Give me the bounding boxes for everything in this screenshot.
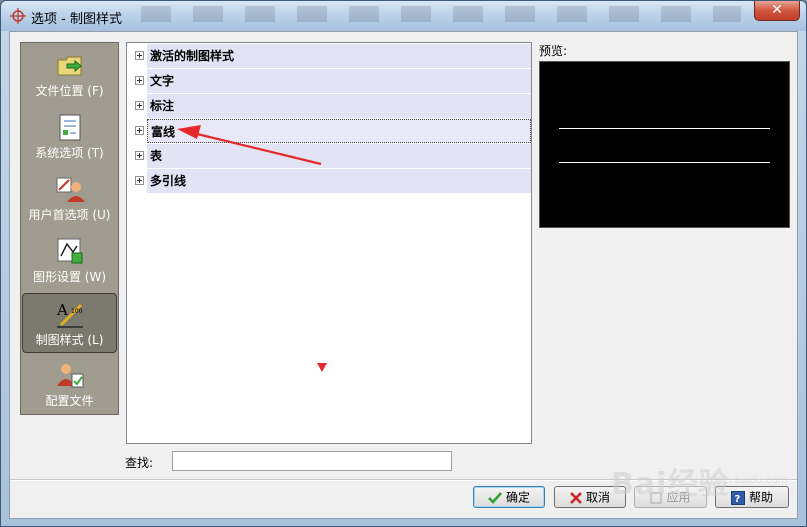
help-icon: ? bbox=[730, 490, 745, 505]
expand-icon[interactable] bbox=[135, 126, 144, 135]
ok-label: 确定 bbox=[505, 490, 530, 505]
svg-text:A: A bbox=[56, 301, 68, 319]
svg-text:?: ? bbox=[734, 494, 740, 505]
tree-item-label: 多引线 bbox=[147, 169, 531, 193]
checkmark-icon bbox=[488, 491, 502, 504]
title-bar[interactable]: 选项 - 制图样式 ✕ bbox=[1, 1, 806, 31]
ok-button[interactable]: 确定 bbox=[473, 486, 545, 508]
nav-label: 用户首选项 (U) bbox=[28, 208, 111, 222]
nav-label: 文件位置 (F) bbox=[35, 84, 104, 98]
close-button[interactable]: ✕ bbox=[754, 1, 800, 21]
profile-icon bbox=[56, 364, 83, 388]
nav-label: 图形设置 (W) bbox=[32, 270, 107, 284]
style-tree[interactable]: 激活的制图样式 文字 标注 富线 表 多引线 bbox=[126, 42, 532, 444]
help-label: 帮助 bbox=[748, 490, 773, 505]
nav-label: 配置文件 bbox=[45, 394, 94, 408]
user-prefs-icon bbox=[56, 177, 85, 202]
search-label: 查找: bbox=[125, 456, 154, 470]
tree-item-multileader[interactable]: 多引线 bbox=[132, 169, 531, 193]
nav-label: 系统选项 (T) bbox=[35, 146, 104, 160]
expand-icon[interactable] bbox=[135, 176, 144, 185]
nav-item-system-options[interactable]: 系统选项 (T) bbox=[22, 107, 117, 167]
preview-line-2 bbox=[559, 162, 770, 163]
tree-item-active-style[interactable]: 激活的制图样式 bbox=[132, 44, 531, 68]
expand-icon[interactable] bbox=[135, 51, 144, 60]
category-nav: 文件位置 (F) 系统选项 (T) 用户首选项 (U) 图形设置 (W) A 1… bbox=[20, 42, 119, 415]
tree-item-label: 激活的制图样式 bbox=[147, 44, 531, 68]
expand-icon[interactable] bbox=[135, 151, 144, 160]
app-icon bbox=[10, 8, 26, 24]
tree-item-label: 标注 bbox=[147, 94, 531, 118]
folder-icon bbox=[57, 56, 82, 76]
search-input[interactable] bbox=[172, 451, 452, 471]
dialog-client-area: 文件位置 (F) 系统选项 (T) 用户首选项 (U) 图形设置 (W) A 1… bbox=[9, 31, 798, 519]
apply-label: 应用 bbox=[666, 490, 691, 505]
options-dialog: 选项 - 制图样式 ✕ 文件位置 (F) 系统选项 (T) 用户首选项 (U) … bbox=[0, 0, 807, 527]
nav-item-graphics-settings[interactable]: 图形设置 (W) bbox=[22, 231, 117, 291]
nav-item-user-preferences[interactable]: 用户首选项 (U) bbox=[22, 169, 117, 229]
expand-icon[interactable] bbox=[135, 101, 144, 110]
annotation-arrow bbox=[177, 125, 322, 166]
help-button[interactable]: ? 帮助 bbox=[715, 486, 789, 508]
apply-icon bbox=[650, 492, 662, 503]
tree-item-dimension[interactable]: 标注 bbox=[132, 94, 531, 118]
nav-item-drafting-style[interactable]: A 100 制图样式 (L) bbox=[22, 293, 117, 353]
drafting-style-icon: A 100 bbox=[56, 301, 83, 328]
graphics-icon bbox=[57, 238, 82, 264]
tree-item-text[interactable]: 文字 bbox=[132, 69, 531, 93]
checklist-icon bbox=[59, 114, 80, 141]
nav-item-file-locations[interactable]: 文件位置 (F) bbox=[22, 45, 117, 105]
nav-label: 制图样式 (L) bbox=[35, 333, 104, 347]
expand-icon[interactable] bbox=[135, 76, 144, 85]
cancel-label: 取消 bbox=[585, 490, 610, 505]
window-title: 选项 - 制图样式 bbox=[31, 12, 122, 27]
separator bbox=[10, 479, 797, 481]
svg-text:100: 100 bbox=[71, 308, 83, 315]
annotation-marker bbox=[317, 363, 327, 372]
nav-item-profile[interactable]: 配置文件 bbox=[22, 355, 117, 415]
apply-button[interactable]: 应用 bbox=[634, 486, 707, 508]
preview-canvas bbox=[539, 61, 790, 228]
x-icon bbox=[570, 491, 582, 504]
tree-item-label: 文字 bbox=[147, 69, 531, 93]
cancel-button[interactable]: 取消 bbox=[554, 486, 626, 508]
background-ghost bbox=[141, 6, 741, 22]
preview-line-1 bbox=[559, 128, 770, 129]
preview-label: 预览: bbox=[539, 44, 568, 58]
